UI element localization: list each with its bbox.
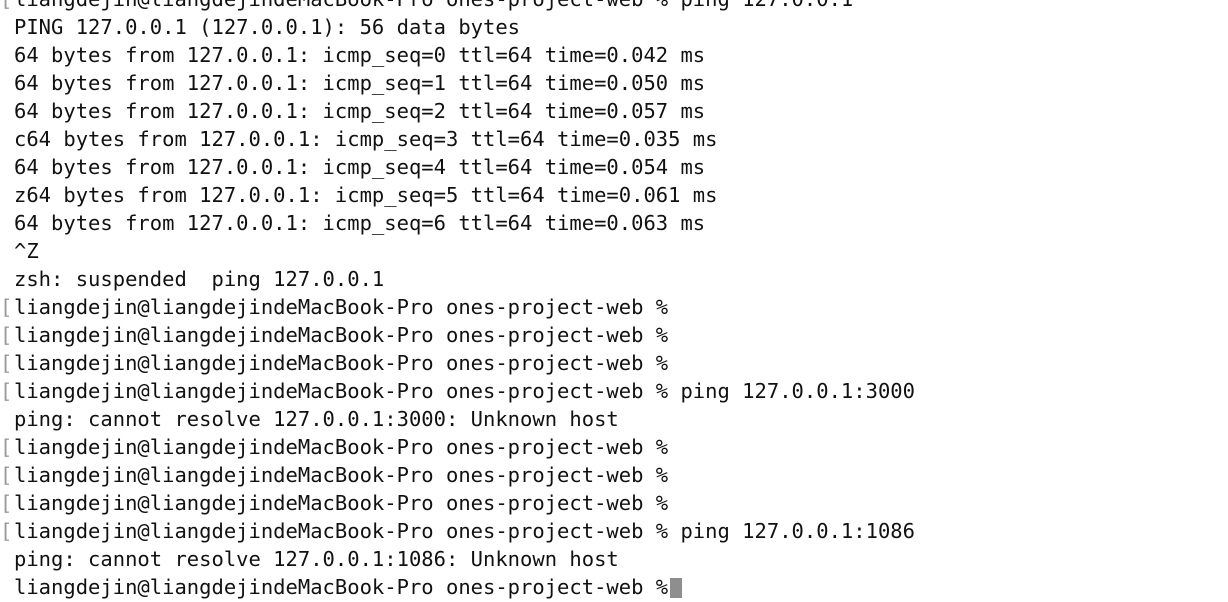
terminal-line: zsh: suspended ping 127.0.0.1	[0, 265, 915, 293]
output-text: 64 bytes from 127.0.0.1: icmp_seq=1 ttl=…	[14, 71, 706, 95]
terminal-line: 64 bytes from 127.0.0.1: icmp_seq=1 ttl=…	[0, 69, 915, 97]
terminal-line: z64 bytes from 127.0.0.1: icmp_seq=5 ttl…	[0, 181, 915, 209]
terminal-line: 64 bytes from 127.0.0.1: icmp_seq=0 ttl=…	[0, 41, 915, 69]
line-marker: [	[0, 351, 13, 375]
terminal-line: [liangdejin@liangdejindeMacBook-Pro ones…	[0, 321, 915, 349]
terminal-line: [liangdejin@liangdejindeMacBook-Pro ones…	[0, 433, 915, 461]
line-marker: [	[0, 0, 14, 13]
line-marker: [	[0, 491, 13, 515]
command-prompt: liangdejin@liangdejindeMacBook-Pro ones-…	[14, 0, 853, 11]
line-marker: [	[0, 379, 13, 403]
terminal-line: [liangdejin@liangdejindeMacBook-Pro ones…	[0, 377, 915, 405]
terminal-line: c64 bytes from 127.0.0.1: icmp_seq=3 ttl…	[0, 125, 915, 153]
line-marker: [	[0, 323, 13, 347]
terminal-line: 64 bytes from 127.0.0.1: icmp_seq=4 ttl=…	[0, 153, 915, 181]
terminal-line: [liangdejin@liangdejindeMacBook-Pro ones…	[0, 461, 915, 489]
output-text: ping: cannot resolve 127.0.0.1:3000: Unk…	[14, 407, 619, 431]
command-prompt: liangdejin@liangdejindeMacBook-Pro ones-…	[14, 435, 669, 459]
terminal-line: [liangdejin@liangdejindeMacBook-Pro ones…	[0, 489, 915, 517]
terminal-line: PING 127.0.0.1 (127.0.0.1): 56 data byte…	[0, 13, 915, 41]
output-text: c64 bytes from 127.0.0.1: icmp_seq=3 ttl…	[14, 127, 718, 151]
terminal-line: [liangdejin@liangdejindeMacBook-Pro ones…	[0, 293, 915, 321]
terminal-line: [liangdejin@liangdejindeMacBook-Pro ones…	[0, 0, 915, 13]
terminal-line: ping: cannot resolve 127.0.0.1:1086: Unk…	[0, 545, 915, 573]
command-prompt: liangdejin@liangdejindeMacBook-Pro ones-…	[14, 463, 669, 487]
command-prompt: liangdejin@liangdejindeMacBook-Pro ones-…	[14, 491, 669, 515]
output-text: 64 bytes from 127.0.0.1: icmp_seq=4 ttl=…	[14, 155, 706, 179]
output-text: z64 bytes from 127.0.0.1: icmp_seq=5 ttl…	[14, 183, 718, 207]
output-text: PING 127.0.0.1 (127.0.0.1): 56 data byte…	[14, 15, 521, 39]
line-marker: [	[0, 463, 13, 487]
output-text: 64 bytes from 127.0.0.1: icmp_seq=0 ttl=…	[14, 43, 706, 67]
text-cursor[interactable]	[670, 578, 683, 598]
command-prompt: liangdejin@liangdejindeMacBook-Pro ones-…	[14, 295, 669, 319]
command-prompt: liangdejin@liangdejindeMacBook-Pro ones-…	[14, 351, 669, 375]
line-marker: [	[0, 295, 13, 319]
terminal-line: liangdejin@liangdejindeMacBook-Pro ones-…	[0, 573, 915, 601]
terminal-line: ping: cannot resolve 127.0.0.1:3000: Unk…	[0, 405, 915, 433]
terminal-output: [liangdejin@liangdejindeMacBook-Pro ones…	[0, 0, 915, 601]
line-marker: [	[0, 519, 13, 543]
terminal-line: 64 bytes from 127.0.0.1: icmp_seq=6 ttl=…	[0, 209, 915, 237]
command-prompt: liangdejin@liangdejindeMacBook-Pro ones-…	[14, 323, 669, 347]
line-marker: [	[0, 435, 13, 459]
command-prompt: liangdejin@liangdejindeMacBook-Pro ones-…	[14, 575, 669, 599]
terminal-line: [liangdejin@liangdejindeMacBook-Pro ones…	[0, 517, 915, 545]
output-text: 64 bytes from 127.0.0.1: icmp_seq=2 ttl=…	[14, 99, 706, 123]
command-prompt: liangdejin@liangdejindeMacBook-Pro ones-…	[14, 519, 915, 543]
terminal-line: 64 bytes from 127.0.0.1: icmp_seq=2 ttl=…	[0, 97, 915, 125]
command-prompt: liangdejin@liangdejindeMacBook-Pro ones-…	[14, 379, 915, 403]
output-text: ^Z	[14, 239, 39, 263]
output-text: ping: cannot resolve 127.0.0.1:1086: Unk…	[14, 547, 619, 571]
terminal-line: ^Z	[0, 237, 915, 265]
output-text: zsh: suspended ping 127.0.0.1	[14, 267, 385, 291]
terminal-window[interactable]: [liangdejin@liangdejindeMacBook-Pro ones…	[0, 0, 1228, 602]
output-text: 64 bytes from 127.0.0.1: icmp_seq=6 ttl=…	[14, 211, 706, 235]
terminal-line: [liangdejin@liangdejindeMacBook-Pro ones…	[0, 349, 915, 377]
